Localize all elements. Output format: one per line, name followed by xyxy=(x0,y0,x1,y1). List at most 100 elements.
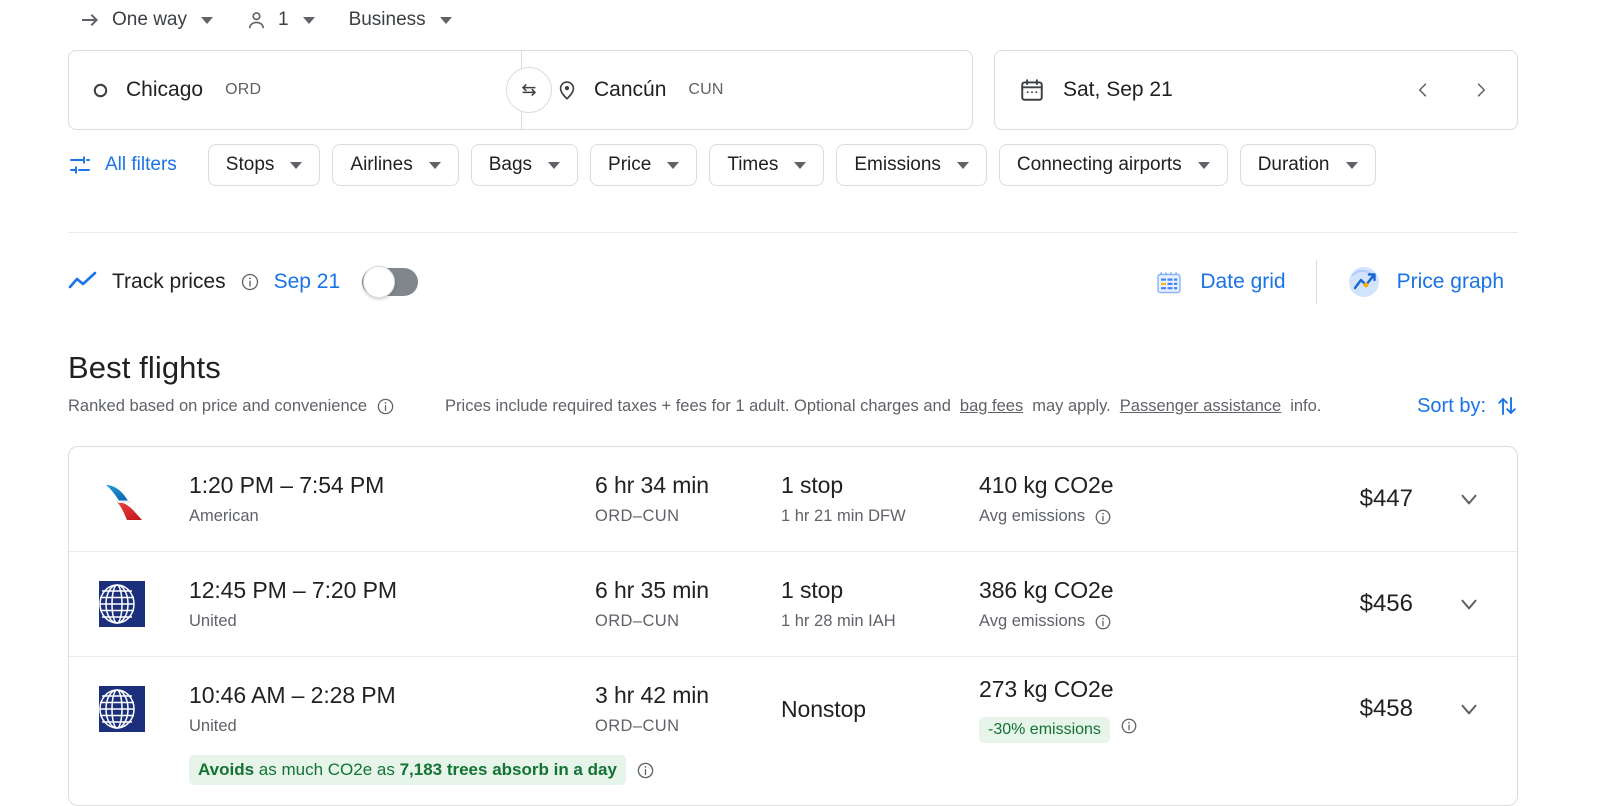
swap-origin-destination-button[interactable] xyxy=(506,67,552,113)
flight-route: ORD–CUN xyxy=(595,612,781,631)
destination-code: CUN xyxy=(688,81,723,99)
flight-duration-cell: 6 hr 34 min ORD–CUN xyxy=(595,472,781,526)
filter-chip-times[interactable]: Times xyxy=(709,144,824,186)
route-fields: Chicago ORD Cancún CUN xyxy=(68,50,973,130)
best-flights-subheader: Ranked based on price and convenience Pr… xyxy=(68,392,1518,420)
flight-emissions-cell: 273 kg CO2e -30% emissions xyxy=(979,676,1263,743)
united-airlines-logo xyxy=(97,579,147,629)
flight-price-cell: $458 xyxy=(1263,695,1413,723)
flight-stops-cell: 1 stop 1 hr 21 min DFW xyxy=(781,472,979,526)
track-prices-date[interactable]: Sep 21 xyxy=(274,270,341,294)
passenger-selector[interactable]: 1 xyxy=(235,2,325,38)
track-prices-toggle[interactable] xyxy=(362,268,418,296)
date-field[interactable]: Sat, Sep 21 xyxy=(994,50,1518,130)
passenger-assistance-link[interactable]: Passenger assistance xyxy=(1120,397,1281,416)
price-graph-button[interactable]: Price graph xyxy=(1333,257,1518,307)
flight-time-cell: 12:45 PM – 7:20 PM United xyxy=(189,577,595,631)
info-icon[interactable] xyxy=(1120,717,1138,735)
next-date-button[interactable] xyxy=(1463,72,1499,108)
expand-flight-details-button[interactable] xyxy=(1447,582,1491,626)
info-icon[interactable] xyxy=(1094,508,1112,526)
flight-duration-cell: 6 hr 35 min ORD–CUN xyxy=(595,577,781,631)
ranked-note-text: Ranked based on price and convenience xyxy=(68,397,367,416)
filter-chip-stops[interactable]: Stops xyxy=(208,144,321,186)
sort-arrows-icon xyxy=(1496,394,1518,418)
flight-times: 10:46 AM – 2:28 PM xyxy=(189,682,595,709)
price-graph-icon xyxy=(1347,265,1381,299)
filter-chip-airlines[interactable]: Airlines xyxy=(332,144,458,186)
all-filters-button[interactable]: All filters xyxy=(68,145,187,185)
prices-note-part1: Prices include required taxes + fees for… xyxy=(445,397,951,416)
flight-route: ORD–CUN xyxy=(595,507,781,526)
origin-city: Chicago xyxy=(126,78,203,102)
view-tools: Date grid Price graph xyxy=(1140,257,1518,307)
flight-emissions-cell: 386 kg CO2e Avg emissions xyxy=(979,577,1263,631)
ranked-note: Ranked based on price and convenience Pr… xyxy=(68,397,1321,416)
table-row[interactable]: 1:20 PM – 7:54 PM American 6 hr 34 min O… xyxy=(69,447,1517,552)
airline-logo-cell xyxy=(97,684,189,734)
flight-stops-cell: 1 stop 1 hr 28 min IAH xyxy=(781,577,979,631)
filter-chip-price[interactable]: Price xyxy=(590,144,697,186)
filter-chip-label: Stops xyxy=(226,154,275,176)
date-grid-button[interactable]: Date grid xyxy=(1140,259,1299,305)
filter-chip-label: Bags xyxy=(489,154,532,176)
flight-duration: 6 hr 35 min xyxy=(595,577,781,604)
origin-input[interactable]: Chicago ORD xyxy=(69,51,521,129)
trend-line-icon xyxy=(68,270,98,294)
avoids-prefix: Avoids xyxy=(198,760,254,779)
info-icon[interactable] xyxy=(636,761,655,780)
flight-emissions-note: Avg emissions xyxy=(979,612,1085,631)
chevron-down-icon xyxy=(1456,591,1482,617)
passenger-count: 1 xyxy=(278,9,289,31)
info-icon[interactable] xyxy=(1094,613,1112,631)
filter-chip-label: Times xyxy=(727,154,778,176)
flight-price-cell: $456 xyxy=(1263,590,1413,618)
expand-flight-details-button[interactable] xyxy=(1447,687,1491,731)
origin-circle-icon xyxy=(91,81,110,100)
previous-date-button[interactable] xyxy=(1405,72,1441,108)
tools-divider xyxy=(1316,260,1317,304)
chevron-down-icon xyxy=(957,162,969,169)
avoids-badge: Avoids as much CO2e as 7,183 trees absor… xyxy=(189,755,626,785)
flight-price: $447 xyxy=(1360,485,1413,512)
flight-emissions: 273 kg CO2e xyxy=(979,676,1263,703)
destination-input[interactable]: Cancún CUN xyxy=(522,51,972,129)
trip-type-selector[interactable]: One way xyxy=(68,2,223,38)
cabin-class-selector[interactable]: Business xyxy=(339,2,462,38)
expand-flight-details-button[interactable] xyxy=(1447,477,1491,521)
chevron-down-icon xyxy=(1346,162,1358,169)
expand-cell xyxy=(1413,477,1491,521)
filter-chip-connecting-airports[interactable]: Connecting airports xyxy=(999,144,1228,186)
flight-route: ORD–CUN xyxy=(595,717,781,736)
info-icon[interactable] xyxy=(240,272,260,292)
chevron-down-icon xyxy=(1456,486,1482,512)
table-row[interactable]: 10:46 AM – 2:28 PM United 3 hr 42 min OR… xyxy=(69,657,1517,805)
flight-duration: 3 hr 42 min xyxy=(595,682,781,709)
filter-chip-duration[interactable]: Duration xyxy=(1240,144,1376,186)
airline-logo-cell xyxy=(97,472,189,526)
one-way-arrow-icon xyxy=(78,8,102,32)
chevron-down-icon xyxy=(290,162,302,169)
prices-note-part3: info. xyxy=(1290,397,1321,416)
table-row[interactable]: 12:45 PM – 7:20 PM United 6 hr 35 min OR… xyxy=(69,552,1517,657)
bag-fees-link[interactable]: bag fees xyxy=(960,397,1023,416)
flight-stop-detail: 1 hr 21 min DFW xyxy=(781,507,979,526)
chevron-down-icon xyxy=(794,162,806,169)
all-filters-label: All filters xyxy=(105,154,177,176)
sort-by-button[interactable]: Sort by: xyxy=(1417,394,1518,418)
flight-time-cell: 1:20 PM – 7:54 PM American xyxy=(189,472,595,526)
flight-stops: 1 stop xyxy=(781,472,979,499)
filter-chip-bags[interactable]: Bags xyxy=(471,144,578,186)
track-prices-label: Track prices xyxy=(112,270,226,294)
filter-chip-label: Connecting airports xyxy=(1017,154,1182,176)
flight-price: $456 xyxy=(1360,590,1413,617)
filter-chip-emissions[interactable]: Emissions xyxy=(836,144,987,186)
filter-bar: All filters Stops Airlines Bags Price Ti… xyxy=(68,144,1376,186)
chevron-down-icon xyxy=(303,17,315,24)
flight-price-cell: $447 xyxy=(1263,485,1413,513)
date-grid-icon xyxy=(1154,267,1184,297)
expand-cell xyxy=(1413,687,1491,731)
info-icon[interactable] xyxy=(376,397,395,416)
flight-stops: 1 stop xyxy=(781,577,979,604)
swap-icon xyxy=(518,79,540,101)
